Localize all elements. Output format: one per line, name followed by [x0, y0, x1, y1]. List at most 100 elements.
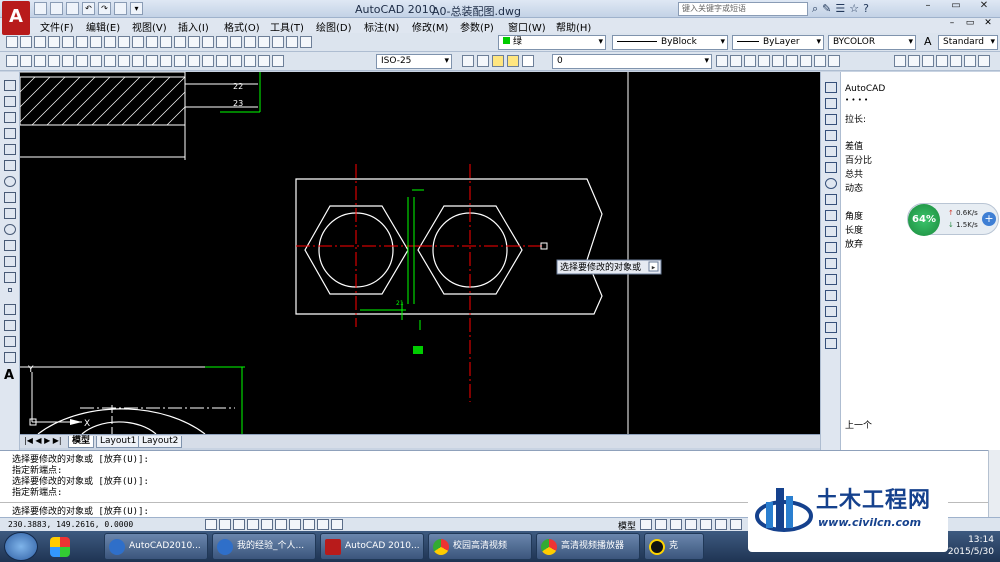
save-icon[interactable] — [66, 2, 79, 15]
calculator-icon[interactable] — [300, 36, 312, 48]
dim-ordinate-icon[interactable] — [48, 55, 60, 67]
snap-perpendicular-icon[interactable] — [936, 55, 948, 67]
open-icon[interactable] — [50, 2, 63, 15]
option-dynamic[interactable]: 动态 — [845, 181, 863, 194]
quick-view-layouts-icon[interactable] — [640, 519, 652, 530]
match-icon[interactable] — [132, 36, 144, 48]
save-icon[interactable] — [34, 36, 46, 48]
explode-icon[interactable] — [825, 338, 837, 349]
insert-block-icon[interactable] — [4, 256, 16, 267]
chevron-down-icon[interactable]: ▾ — [130, 2, 143, 15]
option-angle[interactable]: 角度 — [845, 209, 863, 222]
dim-text-edit-icon[interactable] — [258, 55, 270, 67]
steering-wheel-icon[interactable] — [700, 519, 712, 530]
snap-center-icon[interactable] — [894, 55, 906, 67]
text-style-icon[interactable]: A — [924, 35, 932, 48]
copy-icon[interactable] — [104, 36, 116, 48]
doc-close-button[interactable]: ✕ — [980, 18, 996, 28]
lock-icon[interactable] — [522, 55, 534, 67]
showmotion-icon[interactable] — [715, 519, 727, 530]
zoom-window-icon[interactable] — [202, 36, 214, 48]
menu-tools[interactable]: 工具(T) — [270, 19, 304, 34]
hatch-icon[interactable] — [4, 304, 16, 315]
new-icon[interactable] — [6, 36, 18, 48]
comm-icon[interactable]: ☰ — [835, 2, 845, 16]
lineweight-toggle-icon[interactable] — [317, 519, 329, 530]
menu-insert[interactable]: 插入(I) — [178, 19, 209, 34]
quick-view-drawings-icon[interactable] — [655, 519, 667, 530]
snap-mode-icon[interactable] — [205, 519, 217, 530]
line-icon[interactable] — [4, 80, 16, 91]
tolerance-icon[interactable] — [188, 55, 200, 67]
taskbar-button[interactable]: 高清视频播放器 — [536, 533, 640, 560]
plot-style-dropdown[interactable]: BYCOLOR — [828, 35, 916, 50]
redo-icon[interactable] — [160, 36, 172, 48]
spline-icon[interactable] — [4, 208, 16, 219]
zoom-icon[interactable] — [188, 36, 200, 48]
offset-icon[interactable] — [825, 130, 837, 141]
ellipse-arc-icon[interactable] — [4, 240, 16, 251]
annotation-scale-icon[interactable] — [730, 519, 742, 530]
menu-file[interactable]: 文件(F) — [40, 19, 74, 34]
properties-icon[interactable] — [230, 36, 242, 48]
sun-icon[interactable] — [507, 55, 519, 67]
break-icon[interactable] — [825, 274, 837, 285]
system-clock[interactable]: 13:14 2015/5/30 — [948, 534, 994, 558]
polyline-icon[interactable] — [4, 112, 16, 123]
nut-assembly[interactable] — [295, 164, 603, 402]
dim-space-icon[interactable] — [160, 55, 172, 67]
quick-properties-icon[interactable] — [331, 519, 343, 530]
option-length[interactable]: 长度 — [845, 223, 863, 236]
dim-aligned-icon[interactable] — [20, 55, 32, 67]
command-prompt-input[interactable]: 选择要修改的对象或 [放弃(U)]: — [12, 504, 149, 517]
properties-icon[interactable] — [758, 55, 770, 67]
open-icon[interactable] — [20, 36, 32, 48]
scale-icon[interactable] — [825, 194, 837, 205]
paste-icon[interactable] — [118, 36, 130, 48]
tool-palette-icon[interactable] — [258, 36, 270, 48]
layer-manager-icon[interactable] — [477, 55, 489, 67]
new-icon[interactable] — [34, 2, 47, 15]
dim-edit-icon[interactable] — [244, 55, 256, 67]
print-icon[interactable] — [114, 2, 127, 15]
move-icon[interactable] — [825, 162, 837, 173]
tab-layout2[interactable]: Layout2 — [138, 436, 183, 448]
measure-icon[interactable] — [772, 55, 784, 67]
zoom-prev-icon[interactable] — [216, 36, 228, 48]
option-undo[interactable]: 放弃 — [845, 237, 863, 250]
drawing-viewport[interactable]: 22 23 21 ▸ 选择要修改的对象或 X Y — [19, 71, 820, 435]
print-icon[interactable] — [48, 36, 60, 48]
taskbar-button[interactable]: 我的经验_个人... — [212, 533, 316, 560]
plus-icon[interactable]: + — [982, 212, 996, 226]
menu-help[interactable]: 帮助(H) — [556, 19, 591, 34]
extend-icon[interactable] — [825, 242, 837, 253]
list-icon[interactable] — [814, 55, 826, 67]
polar-tracking-icon[interactable] — [247, 519, 259, 530]
break-point-icon[interactable] — [825, 258, 837, 269]
menu-edit[interactable]: 编辑(E) — [86, 19, 120, 34]
snap-node-icon[interactable] — [978, 55, 990, 67]
jogged-linear-icon[interactable] — [230, 55, 242, 67]
option-total[interactable]: 总共 — [845, 167, 863, 180]
snap-tangent-icon[interactable] — [922, 55, 934, 67]
menu-modify[interactable]: 修改(M) — [412, 19, 448, 34]
polygon-icon[interactable] — [4, 128, 16, 139]
help-icon[interactable]: ? — [863, 2, 869, 16]
autocad-logo[interactable]: A — [2, 1, 30, 35]
tools-icon[interactable]: ✎ — [822, 2, 831, 16]
layer-state-dropdown[interactable]: 0 — [552, 54, 712, 69]
dim-diameter-icon[interactable] — [90, 55, 102, 67]
pan-icon[interactable] — [174, 36, 186, 48]
design-center-icon[interactable] — [244, 36, 256, 48]
make-current-icon[interactable] — [716, 55, 728, 67]
dim-angular-icon[interactable] — [104, 55, 116, 67]
dim-style-manager-icon[interactable] — [462, 55, 474, 67]
ortho-mode-icon[interactable] — [233, 519, 245, 530]
search-icon[interactable]: ⌕ — [812, 2, 818, 16]
dim-break-icon[interactable] — [174, 55, 186, 67]
center-mark-icon[interactable] — [202, 55, 214, 67]
grid-mode-icon[interactable] — [219, 519, 231, 530]
ellipse-icon[interactable] — [4, 224, 16, 235]
cut-icon[interactable] — [90, 36, 102, 48]
snap-tracking-icon[interactable] — [275, 519, 287, 530]
